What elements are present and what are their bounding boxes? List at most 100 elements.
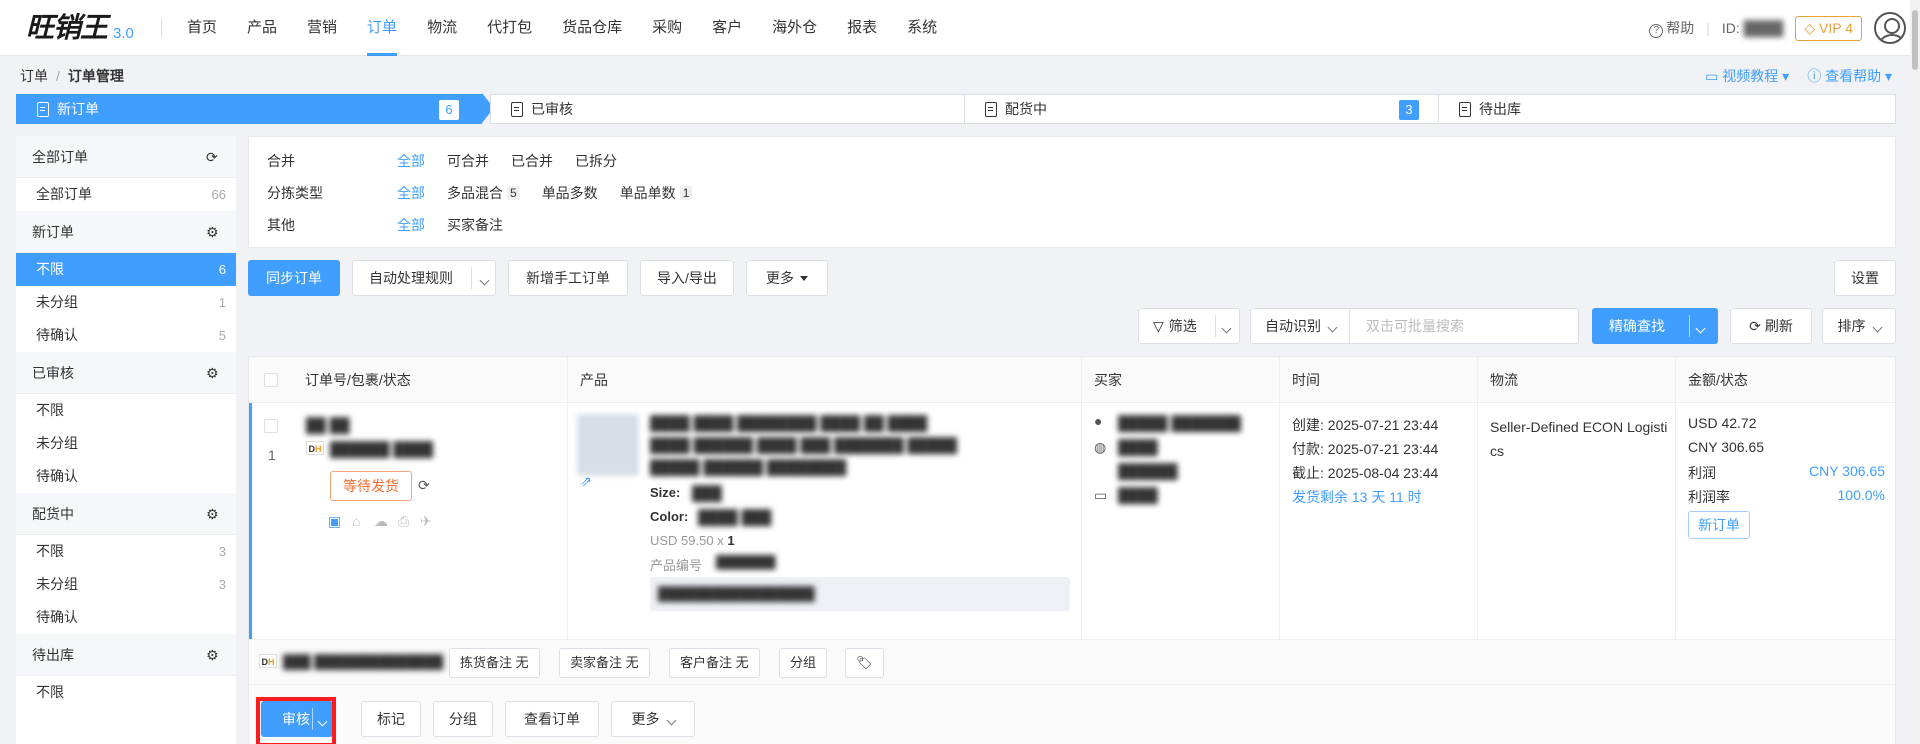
gear-icon[interactable]: ⚙ [206, 225, 220, 239]
video-tutorial-link[interactable]: ▭ 视频教程 ▾ [1705, 66, 1789, 86]
auto-detect-select[interactable]: 自动识别 [1250, 308, 1350, 344]
nav-purchase[interactable]: 采购 [637, 0, 697, 56]
gear-icon[interactable]: ⚙ [206, 366, 220, 380]
nav-product[interactable]: 产品 [232, 0, 292, 56]
view-order-button[interactable]: 查看订单 [505, 701, 599, 737]
auto-rule-button[interactable]: 自动处理规则 [352, 260, 496, 296]
product-title[interactable]: ████ ████ ████████ ████ ██ ████ [650, 415, 927, 431]
filter-option[interactable]: 全部 [397, 183, 425, 203]
refresh-button[interactable]: ⟳ 刷新 [1730, 308, 1812, 344]
table-row[interactable]: 1 ██ ██ DH ██████ ████ 等待发货 ⟳ ▣ ⌂ ☁ ⎙ ✈ … [249, 403, 1895, 639]
nav-system[interactable]: 系统 [892, 0, 952, 56]
product-title-line2[interactable]: ████ ██████ ████ ███ ███████ █████ [650, 437, 957, 453]
filter-option[interactable]: 买家备注 [447, 215, 503, 235]
step-reviewed[interactable]: 已审核 [490, 94, 968, 124]
chevron-down-icon[interactable] [1695, 319, 1706, 335]
filter-option[interactable]: 单品单数 1 [620, 183, 693, 203]
row-checkbox[interactable] [264, 419, 278, 433]
question-icon: ? [1649, 24, 1664, 38]
cloud-icon[interactable]: ☁ [374, 513, 388, 530]
sidebar-item-outbound-unlimited[interactable]: 不限 [16, 676, 236, 709]
filter-option[interactable]: 已拆分 [575, 151, 617, 171]
group-note-button[interactable]: 分组 [779, 648, 828, 678]
plane-icon[interactable]: ✈ [420, 513, 432, 530]
sidebar-item-new-pending[interactable]: 待确认 5 [16, 319, 236, 352]
gear-icon[interactable]: ⚙ [206, 648, 220, 662]
group-button[interactable]: 分组 [433, 701, 493, 737]
breadcrumb-root[interactable]: 订单 [20, 68, 48, 84]
sidebar-group-outbound: 待出库 ⚙ [16, 634, 236, 676]
sidebar-item-reviewed-pending[interactable]: 待确认 [16, 460, 236, 493]
more-button[interactable]: 更多 [746, 260, 828, 296]
logo-divider [161, 18, 162, 38]
seller-note-button[interactable]: 卖家备注 无 [559, 648, 650, 678]
buyer-name[interactable]: █████ ███████ [1118, 415, 1241, 431]
product-title-line3[interactable]: █████ ██████ ████████ [650, 459, 846, 475]
search-input[interactable]: 双击可批量搜索 [1349, 308, 1579, 344]
sidebar-item-new-unlimited[interactable]: 不限 6 [16, 253, 236, 286]
refresh-icon[interactable]: ⟳ [418, 477, 430, 494]
sidebar-item-allocating-pending[interactable]: 待确认 [16, 601, 236, 634]
filter-option[interactable]: 已合并 [511, 151, 553, 171]
gift-icon[interactable]: ⌂ [352, 513, 360, 529]
nav-logistics[interactable]: 物流 [412, 0, 472, 56]
sidebar-item-allocating-unlimited[interactable]: 不限 3 [16, 535, 236, 568]
nav-marketing[interactable]: 营销 [292, 0, 352, 56]
sidebar-item-reviewed-ungrouped[interactable]: 未分组 [16, 427, 236, 460]
select-all-checkbox[interactable] [264, 373, 278, 387]
nav-warehouse[interactable]: 货品仓库 [547, 0, 637, 56]
nav-customers[interactable]: 客户 [697, 0, 757, 56]
exact-search-button[interactable]: 精确查找 [1592, 308, 1718, 344]
deadline-time: 截止: 2025-08-04 23:44 [1292, 465, 1439, 481]
step-new-orders[interactable]: 新订单 6 [16, 94, 482, 124]
sidebar-item-allocating-ungrouped[interactable]: 未分组 3 [16, 568, 236, 601]
product-color: ████ ███ [698, 509, 772, 525]
package-number[interactable]: ██████ ████ [330, 441, 433, 457]
step-allocating[interactable]: 配货中 3 [964, 94, 1442, 124]
sync-orders-button[interactable]: 同步订单 [248, 260, 340, 296]
help-link[interactable]: ? 帮助 [1649, 18, 1694, 38]
mark-button[interactable]: 标记 [361, 701, 421, 737]
new-manual-order-button[interactable]: 新增手工订单 [508, 260, 628, 296]
filter-row-merge: 合并 全部 可合并 已合并 已拆分 [267, 151, 617, 171]
filter-option[interactable]: 全部 [397, 151, 425, 171]
step-pending-outbound[interactable]: 待出库 [1438, 94, 1896, 124]
tag-icon[interactable]: 🏷 [845, 648, 884, 678]
order-status-tag[interactable]: 新订单 [1688, 511, 1750, 539]
filter-option[interactable]: 单品多数 [542, 183, 598, 203]
view-help-link[interactable]: ⓘ 查看帮助 ▾ [1807, 66, 1892, 86]
vip-badge[interactable]: ◇ VIP 4 [1795, 15, 1862, 41]
gear-icon[interactable]: ⚙ [206, 507, 220, 521]
money-icon[interactable]: ▣ [328, 513, 341, 530]
external-link-icon[interactable]: ⇗ [580, 473, 592, 490]
settings-button[interactable]: 设置 [1834, 260, 1896, 296]
customer-note-button[interactable]: 客户备注 无 [669, 648, 760, 678]
sidebar-item-reviewed-unlimited[interactable]: 不限 [16, 394, 236, 427]
import-export-button[interactable]: 导入/导出 [640, 260, 734, 296]
nav-reports[interactable]: 报表 [832, 0, 892, 56]
nav-packing[interactable]: 代打包 [472, 0, 547, 56]
picking-note-button[interactable]: 拣货备注 无 [449, 648, 540, 678]
nav-home[interactable]: 首页 [172, 0, 232, 56]
product-thumbnail[interactable] [578, 415, 638, 475]
nav-orders[interactable]: 订单 [352, 0, 412, 56]
sort-button[interactable]: 排序 [1822, 308, 1896, 344]
scrollbar-thumb[interactable] [1912, 10, 1918, 70]
app-logo[interactable]: 旺销王 3.0 [26, 10, 134, 46]
sidebar-item-new-ungrouped[interactable]: 未分组 1 [16, 286, 236, 319]
filter-option[interactable]: 多品混合 5 [447, 183, 520, 203]
nav-overseas[interactable]: 海外仓 [757, 0, 832, 56]
chevron-down-icon[interactable] [1221, 319, 1232, 335]
order-number[interactable]: ██ ██ [306, 417, 350, 433]
filter-option[interactable]: 全部 [397, 215, 425, 235]
page-scrollbar[interactable] [1910, 0, 1920, 744]
user-avatar-icon[interactable] [1874, 12, 1906, 44]
sidebar-item-all-orders[interactable]: 全部订单 66 [16, 178, 236, 211]
refresh-icon[interactable]: ⟳ [206, 150, 220, 164]
video-icon: ▭ [1705, 68, 1719, 84]
filter-button[interactable]: ▽ 筛选 [1138, 308, 1240, 344]
filter-option[interactable]: 可合并 [447, 151, 489, 171]
printer-icon[interactable]: ⎙ [398, 513, 409, 530]
actions-more-button[interactable]: 更多 [611, 701, 695, 737]
chevron-down-icon[interactable] [479, 271, 490, 287]
